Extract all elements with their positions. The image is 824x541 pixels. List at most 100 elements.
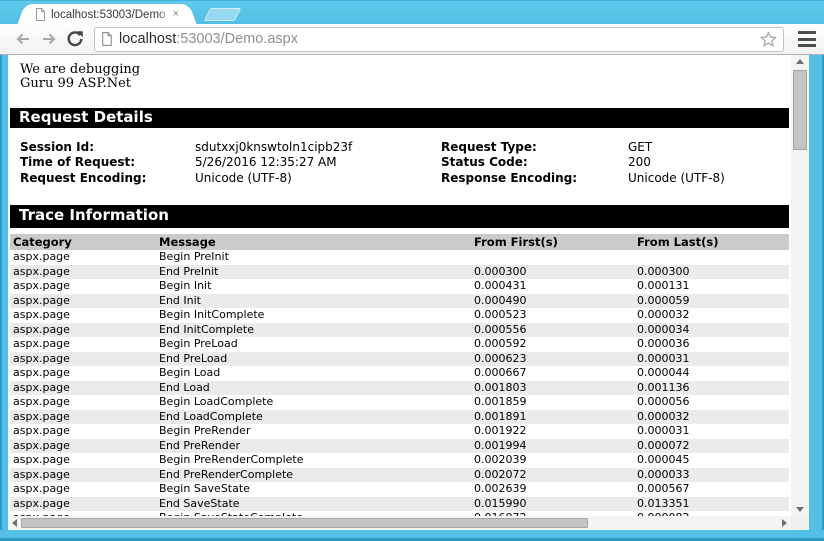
tab-localhost-demo[interactable]: localhost:53003/Demo.asp × [28,4,186,25]
table-row: aspx.pageEnd PreInit0.0003000.000300 [10,265,789,280]
table-cell: End LoadComplete [157,410,472,425]
table-row: aspx.pageBegin InitComplete0.0005230.000… [10,308,789,323]
detail-row: Request Encoding: Unicode (UTF-8) Respon… [20,171,791,186]
request-details-header: Request Details [10,108,789,128]
table-row: aspx.pageEnd PreRender0.0019940.000072 [10,439,789,454]
table-cell: aspx.page [10,250,157,265]
hamburger-menu-icon[interactable] [796,30,818,48]
table-cell: End SaveState [157,497,472,512]
table-cell: aspx.page [10,352,157,367]
scrollbar-corner [791,516,809,530]
table-cell: 0.000623 [472,352,635,367]
table-cell: 0.000036 [635,337,789,352]
table-cell: aspx.page [10,308,157,323]
table-cell: aspx.page [10,395,157,410]
table-cell: aspx.page [10,381,157,396]
reload-icon [66,30,84,48]
table-cell [635,250,789,265]
intro-line-2: Guru 99 ASP.Net [20,77,791,91]
table-cell: End PreInit [157,265,472,280]
table-row: aspx.pageEnd SaveState0.0159900.013351 [10,497,789,512]
scroll-right-arrow-icon[interactable] [778,516,791,530]
table-row: aspx.pageBegin PreInit [10,250,789,265]
detail-row: Session Id: sdutxxj0knswtoln1cipb23f Req… [20,140,791,155]
trace-table: Category Message From First(s) From Last… [10,234,789,516]
browser-toolbar: localhost:53003/Demo.aspx [0,24,824,55]
table-row: aspx.pageEnd Load0.0018030.001136 [10,381,789,396]
browser-window: localhost:53003/Demo.asp × localhost:530… [0,0,824,541]
forward-button[interactable] [36,27,62,51]
trace-table-body: aspx.pageBegin PreInitaspx.pageEnd PreIn… [10,250,789,516]
table-row: aspx.pageEnd LoadComplete0.0018910.00003… [10,410,789,425]
horizontal-scrollbar[interactable] [8,516,791,530]
table-cell: End PreRender [157,439,472,454]
table-cell: 0.000667 [472,366,635,381]
table-cell: aspx.page [10,410,157,425]
table-cell: aspx.page [10,323,157,338]
detail-label: Time of Request: [20,155,195,170]
table-cell: 0.000044 [635,366,789,381]
table-cell: Begin InitComplete [157,308,472,323]
table-cell: 0.002639 [472,482,635,497]
page-intro: We are debugging Guru 99 ASP.Net [8,55,791,91]
reload-button[interactable] [62,27,88,51]
table-cell: 0.000300 [635,265,789,280]
detail-row: Time of Request: 5/26/2016 12:35:27 AM S… [20,155,791,170]
table-cell: 0.002072 [472,468,635,483]
table-cell: 0.000032 [635,308,789,323]
table-cell: 0.001859 [472,395,635,410]
table-cell: 0.000056 [635,395,789,410]
table-row: aspx.pageEnd PreLoad0.0006230.000031 [10,352,789,367]
vertical-scrollbar[interactable] [791,55,809,516]
bookmark-star-icon[interactable] [760,31,777,47]
table-cell: 0.000031 [635,352,789,367]
table-row: aspx.pageBegin SaveState0.0026390.000567 [10,482,789,497]
vertical-scrollbar-thumb[interactable] [793,70,807,150]
detail-label: Response Encoding: [441,171,628,186]
table-cell: 0.000059 [635,294,789,309]
table-row: aspx.pageEnd InitComplete0.0005560.00003… [10,323,789,338]
table-cell: 0.001891 [472,410,635,425]
detail-label: Request Encoding: [20,171,195,186]
url-path: :53003/Demo.aspx [176,31,298,47]
request-details: Session Id: sdutxxj0knswtoln1cipb23f Req… [8,140,791,186]
table-cell: Begin PreRender [157,424,472,439]
table-cell: 0.000300 [472,265,635,280]
table-cell: 0.000556 [472,323,635,338]
table-cell: 0.002039 [472,453,635,468]
table-cell: Begin Init [157,279,472,294]
table-cell: aspx.page [10,453,157,468]
table-cell: 0.000045 [635,453,789,468]
page-icon [101,32,113,46]
table-cell: 0.001136 [635,381,789,396]
new-tab-button[interactable] [204,8,242,21]
detail-value: Unicode (UTF-8) [195,171,441,186]
scroll-up-arrow-icon[interactable] [791,55,809,68]
forward-arrow-icon [40,31,58,47]
table-cell: Begin PreLoad [157,337,472,352]
back-button[interactable] [10,27,36,51]
table-cell: aspx.page [10,265,157,280]
table-cell [472,250,635,265]
table-cell: Begin PreRenderComplete [157,453,472,468]
table-cell: 0.013351 [635,497,789,512]
trace-table-header-row: Category Message From First(s) From Last… [10,234,789,250]
table-cell: 0.000523 [472,308,635,323]
scroll-left-arrow-icon[interactable] [8,516,21,530]
horizontal-scrollbar-thumb[interactable] [21,518,588,528]
table-row: aspx.pageEnd Init0.0004900.000059 [10,294,789,309]
detail-value: GET [628,140,791,155]
table-cell: aspx.page [10,482,157,497]
table-cell: 0.000072 [635,439,789,454]
table-cell: 0.000033 [635,468,789,483]
address-bar[interactable]: localhost:53003/Demo.aspx [94,27,784,52]
detail-value: 200 [628,155,791,170]
table-row: aspx.pageBegin PreRenderComplete0.002039… [10,453,789,468]
detail-label: Status Code: [441,155,628,170]
table-cell: Begin PreInit [157,250,472,265]
table-cell: 0.000431 [472,279,635,294]
table-cell: 0.000131 [635,279,789,294]
table-cell: End PreLoad [157,352,472,367]
scroll-down-arrow-icon[interactable] [791,503,809,516]
column-header-category: Category [10,234,157,250]
